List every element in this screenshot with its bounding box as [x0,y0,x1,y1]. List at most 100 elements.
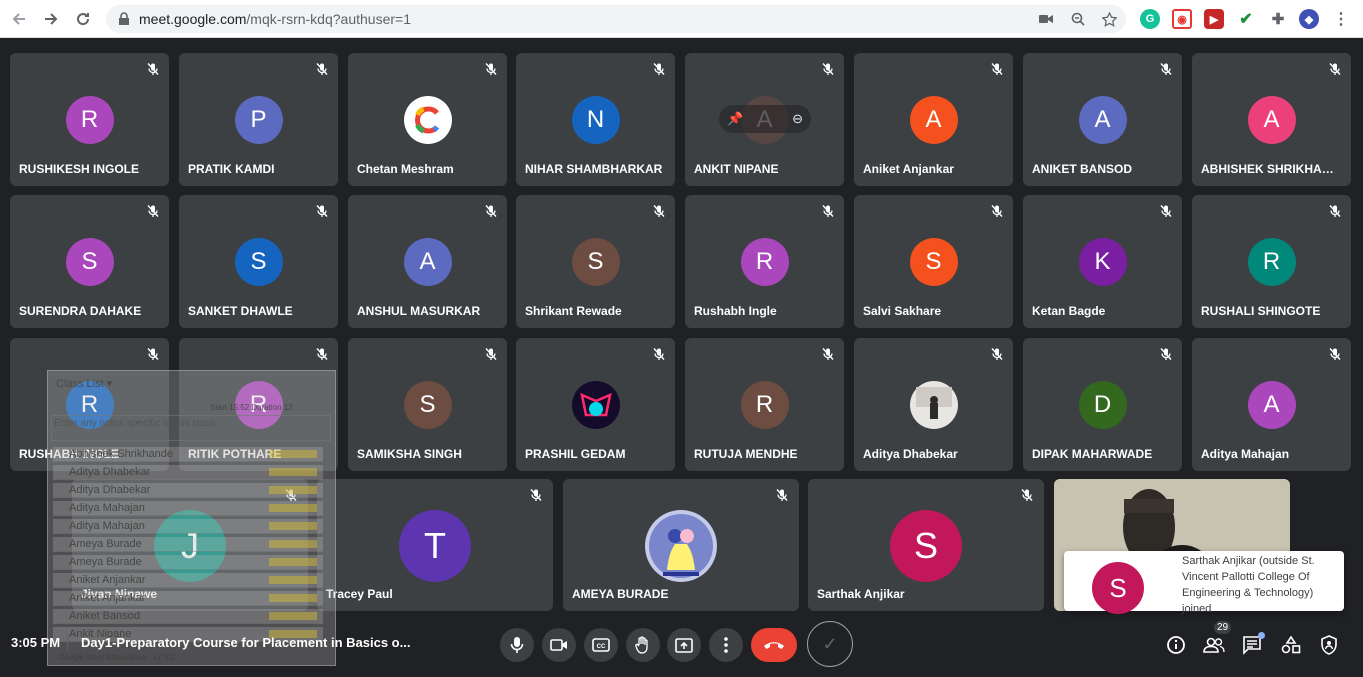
back-icon[interactable] [7,7,31,31]
attendance-list-item[interactable]: Aniket Anjankar [53,573,323,588]
participant-tile[interactable]: A ANSHUL MASURKAR [348,195,507,328]
tile-hover-controls[interactable]: 📌 ⊖ [719,105,811,133]
chat-button[interactable] [1239,632,1265,658]
participant-avatar: S [909,238,958,286]
participant-tile[interactable]: T Tracey Paul [317,479,553,611]
participant-tile[interactable]: S Salvi Sakhare [854,195,1013,328]
attendance-list-item[interactable]: Aditya Mahajan [53,501,323,516]
participant-tile[interactable]: S SAMIKSHA SINGH [348,338,507,471]
participant-tile[interactable]: S SANKET DHAWLE [179,195,338,328]
participant-tile[interactable]: Aditya Dhabekar [854,338,1013,471]
participant-tile[interactable]: A Aniket Anjankar [854,53,1013,186]
attendance-list-item[interactable]: Aditya Dhabekar [53,483,323,498]
participant-name: Salvi Sakhare [863,304,942,318]
participant-name: ANKIT NIPANE [694,162,779,176]
raise-hand-button[interactable] [626,628,660,662]
attendance-list-item[interactable]: Ameya Burade [53,555,323,570]
participant-tile[interactable]: A ANIKET BANSOD [1023,53,1182,186]
participant-tile[interactable]: Chetan Meshram [348,53,507,186]
attendance-duration-bar [269,468,317,476]
notes-field[interactable]: Enter any notes specific to this class. [51,415,331,441]
mic-off-icon [484,347,498,361]
profile-avatar[interactable]: ◆ [1299,9,1319,29]
mic-off-icon [1328,62,1342,76]
participants-button[interactable] [1201,632,1227,658]
participant-tile[interactable]: A📌⊖ANKIT NIPANE [685,53,844,186]
more-options-button[interactable] [709,628,743,662]
address-bar[interactable]: meet.google.com/mqk-rsrn-kdq?authuser=1 [106,5,1126,33]
camera-indicator-icon[interactable] [1036,9,1056,29]
attendance-duration-bar [269,486,317,494]
participant-tile[interactable]: AMEYA BURADE [563,479,799,611]
participant-tile[interactable]: R RUSHIKESH INGOLE [10,53,169,186]
mic-off-icon [652,62,666,76]
screen-recorder-icon[interactable]: ◉ [1172,9,1192,29]
participant-tile[interactable]: S Shrikant Rewade [516,195,675,328]
mic-off-icon [821,62,835,76]
browser-toolbar: meet.google.com/mqk-rsrn-kdq?authuser=1 … [0,0,1363,38]
extensions-puzzle-icon[interactable]: ✚ [1268,9,1288,29]
activities-button[interactable] [1278,632,1304,658]
grammarly-icon[interactable]: G [1140,9,1160,29]
participant-tile[interactable]: D DIPAK MAHARWADE [1023,338,1182,471]
participant-avatar: R [65,96,114,144]
participant-name: Rushabh Ingle [694,304,777,318]
participant-avatar: T [399,510,471,582]
mic-off-icon [652,347,666,361]
class-list-select[interactable]: Class List ▾ [56,377,112,390]
pin-icon[interactable]: 📌 [727,111,743,127]
extension-status-button[interactable]: ✓ [807,621,853,667]
camera-button[interactable] [542,628,576,662]
forward-icon[interactable] [39,7,63,31]
attendance-list-item[interactable]: Aditya Dhabekar [53,465,323,480]
mic-off-icon [315,62,329,76]
attendance-overlay[interactable]: Class List ▾ Enter any notes specific to… [47,370,336,666]
participant-name: NIHAR SHAMBHARKAR [525,162,663,176]
attendance-list-item[interactable]: Aniket Anjankar [53,591,323,606]
participant-tile[interactable]: S SURENDRA DAHAKE [10,195,169,328]
participant-tile[interactable]: PRASHIL GEDAM [516,338,675,471]
remove-icon[interactable]: ⊖ [792,111,803,127]
mic-off-icon [1020,488,1034,502]
lock-icon [119,12,129,25]
participant-tile[interactable]: A ABHISHEK SHRIKHANDK... [1192,53,1351,186]
microphone-button[interactable] [500,628,534,662]
participant-avatar: A [909,96,958,144]
mic-off-icon [146,204,160,218]
participant-avatar: A [1078,96,1127,144]
captions-button[interactable]: CC [584,628,618,662]
host-controls-button[interactable] [1316,632,1342,658]
leave-call-button[interactable] [751,628,797,662]
participant-name: ANSHUL MASURKAR [357,304,481,318]
participant-tile[interactable]: R RUTUJA MENDHE [685,338,844,471]
participant-tile[interactable]: R RUSHALI SHINGOTE [1192,195,1351,328]
attendance-name: Ameya Burade [69,556,142,568]
bookmark-star-icon[interactable] [1099,9,1119,29]
attendance-duration-bar [269,450,317,458]
hand-icon [635,636,648,654]
attendance-list-item[interactable]: Abhishek Shrikhande [53,447,323,462]
participant-name: SANKET DHAWLE [188,304,293,318]
zoom-icon[interactable] [1068,9,1088,29]
participant-tile[interactable]: P PRATIK KAMDI [179,53,338,186]
attendance-list-item[interactable]: Aniket Bansod [53,609,323,624]
mic-off-icon [484,204,498,218]
participant-tile[interactable]: A Aditya Mahajan [1192,338,1351,471]
participant-tile[interactable]: K Ketan Bagde [1023,195,1182,328]
reload-icon[interactable] [71,7,95,31]
meeting-details-button[interactable] [1163,632,1189,658]
browser-menu-icon[interactable]: ⋮ [1331,9,1351,29]
meeting-title: Day1-Preparatory Course for Placement in… [81,635,411,650]
participant-tile[interactable]: S Sarthak Anjikar [808,479,1044,611]
checkmark-extension-icon[interactable]: ✔ [1236,9,1256,29]
attendance-stats: Start 15:52 Duration 12 [210,403,293,412]
mic-off-icon [1328,347,1342,361]
attendance-list-item[interactable]: Ameya Burade [53,537,323,552]
participant-tile[interactable]: R Rushabh Ingle [685,195,844,328]
people-icon [1203,637,1225,653]
video-extension-icon[interactable]: ▶ [1204,9,1224,29]
attendance-list-item[interactable]: Aditya Mahajan [53,519,323,534]
present-button[interactable] [667,628,701,662]
attendance-name: Aniket Anjankar [69,574,146,586]
participant-tile[interactable]: N NIHAR SHAMBHARKAR [516,53,675,186]
